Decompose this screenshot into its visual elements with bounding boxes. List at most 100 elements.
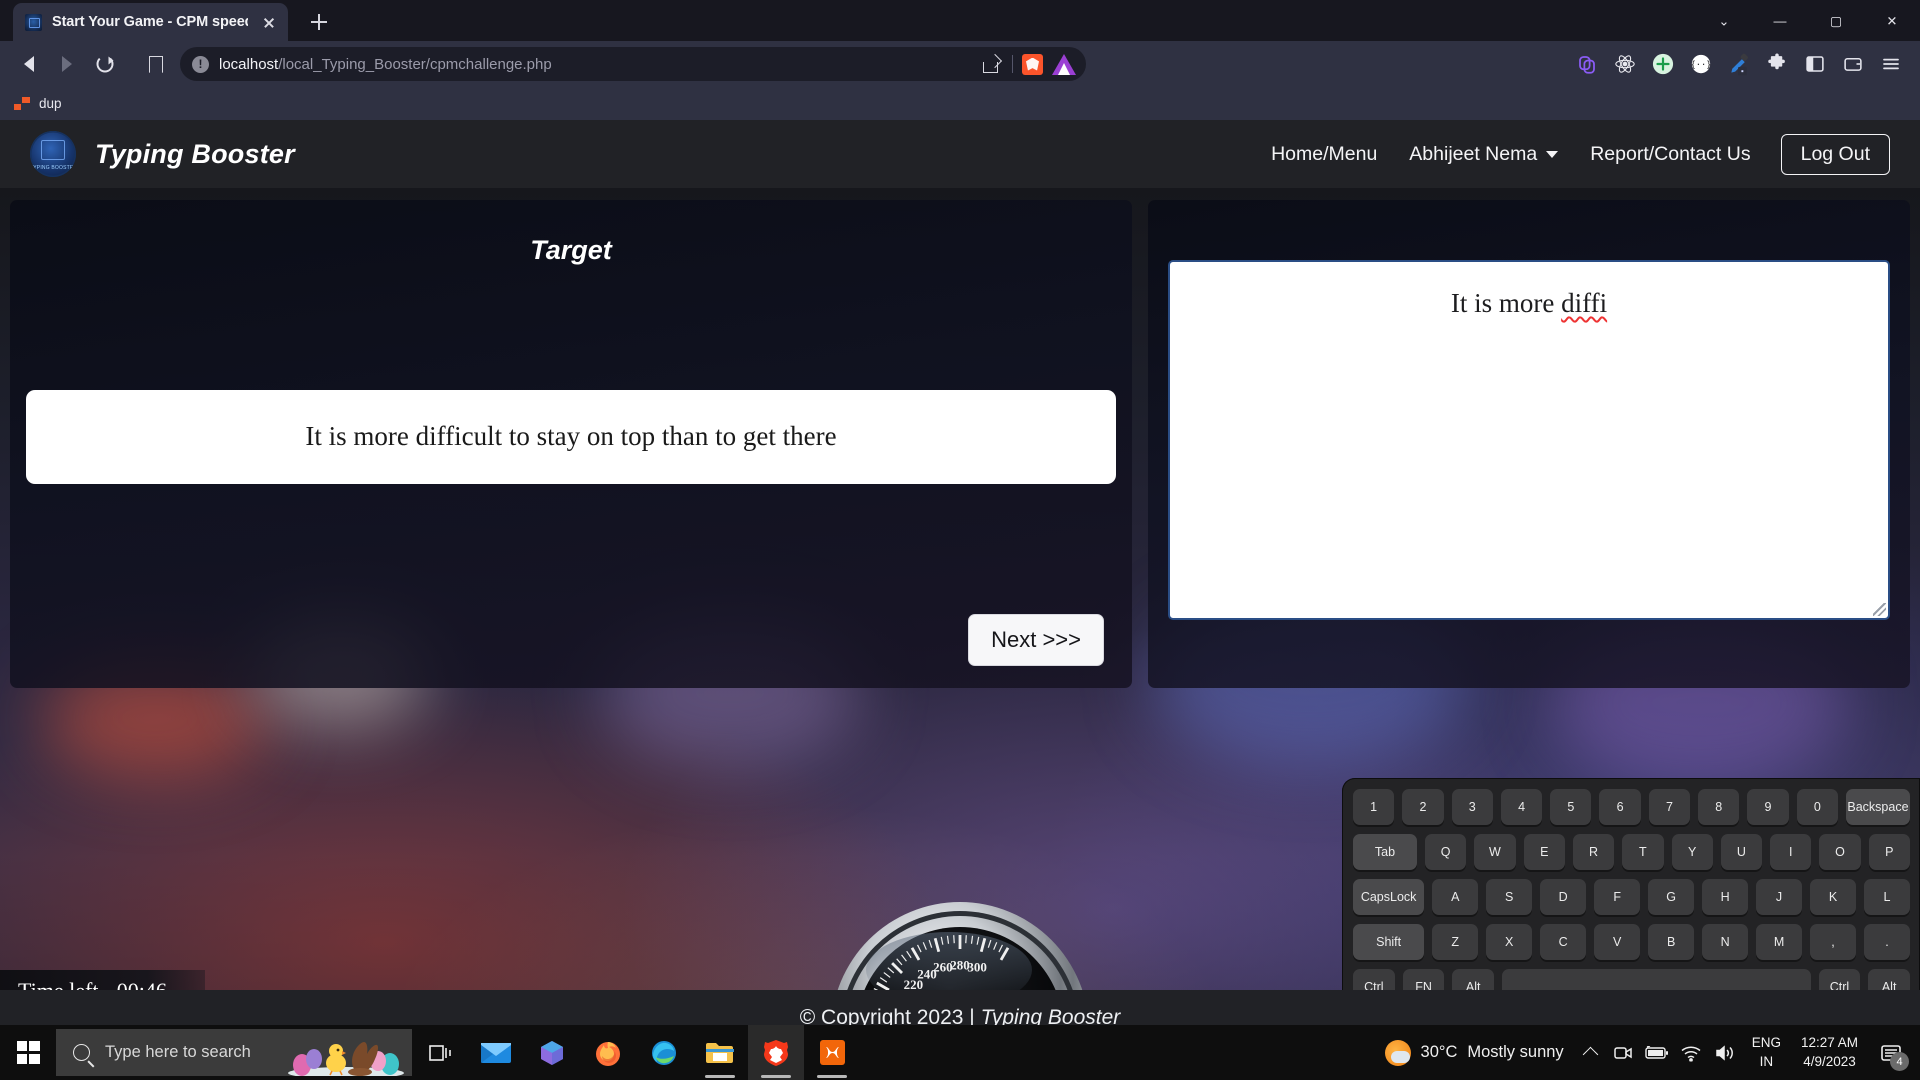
key-n[interactable]: N xyxy=(1702,924,1749,960)
language-indicator[interactable]: ENG IN xyxy=(1742,1035,1791,1071)
key-p[interactable]: P xyxy=(1868,834,1910,870)
duplicate-tab-icon[interactable] xyxy=(1570,47,1604,81)
json-viewer-icon[interactable]: {··} xyxy=(1684,47,1718,81)
share-icon[interactable] xyxy=(983,55,1003,73)
browser-menu-icon[interactable] xyxy=(1874,47,1908,81)
next-button[interactable]: Next >>> xyxy=(968,614,1104,666)
key-j[interactable]: J xyxy=(1756,879,1803,915)
notifications-button[interactable]: 4 xyxy=(1868,1025,1914,1080)
minimize-button[interactable]: — xyxy=(1752,0,1808,41)
address-bar[interactable]: localhost/local_Typing_Booster/cpmchalle… xyxy=(180,47,1086,81)
taskbar-app-brave[interactable] xyxy=(748,1025,804,1080)
bookmark-item-dup[interactable]: dup xyxy=(39,96,62,111)
key-.[interactable]: . xyxy=(1864,924,1910,960)
key-5[interactable]: 5 xyxy=(1550,789,1592,825)
key-capslock[interactable]: CapsLock xyxy=(1353,879,1425,915)
key-m[interactable]: M xyxy=(1756,924,1803,960)
taskbar-search-input[interactable]: Type here to search xyxy=(56,1029,412,1076)
key-u[interactable]: U xyxy=(1720,834,1763,870)
wifi-button[interactable] xyxy=(1674,1025,1708,1080)
close-icon[interactable] xyxy=(258,11,280,33)
weather-widget[interactable]: 30°C Mostly sunny xyxy=(1373,1039,1576,1066)
maximize-button[interactable]: ▢ xyxy=(1808,0,1864,41)
puzzle-extensions-icon[interactable] xyxy=(1760,47,1794,81)
window-controls: ⌄ — ▢ ✕ xyxy=(1696,0,1920,41)
battery-button[interactable] xyxy=(1640,1025,1674,1080)
add-extension-icon[interactable] xyxy=(1646,47,1680,81)
browser-tab[interactable]: Start Your Game - CPM speedtest xyxy=(13,3,288,41)
key-1[interactable]: 1 xyxy=(1353,789,1395,825)
textarea-resize-handle[interactable] xyxy=(1873,603,1886,616)
back-button[interactable] xyxy=(12,47,46,81)
start-button[interactable] xyxy=(0,1025,56,1080)
brave-shields-icon[interactable] xyxy=(1022,53,1043,75)
key-g[interactable]: G xyxy=(1648,879,1695,915)
window-close-button[interactable]: ✕ xyxy=(1864,0,1920,41)
key-shift[interactable]: Shift xyxy=(1353,924,1425,960)
key-l[interactable]: L xyxy=(1864,879,1910,915)
key-t[interactable]: T xyxy=(1622,834,1664,870)
key-8[interactable]: 8 xyxy=(1698,789,1740,825)
site-info-icon[interactable] xyxy=(192,55,209,73)
key-o[interactable]: O xyxy=(1819,834,1861,870)
weather-temp: 30°C xyxy=(1420,1043,1458,1061)
key-9[interactable]: 9 xyxy=(1747,789,1789,825)
key-k[interactable]: K xyxy=(1810,879,1856,915)
key-s[interactable]: S xyxy=(1486,879,1533,915)
taskbar-app-firefox[interactable] xyxy=(580,1025,636,1080)
key-0[interactable]: 0 xyxy=(1796,789,1838,825)
key-h[interactable]: H xyxy=(1702,879,1749,915)
key-tab[interactable]: Tab xyxy=(1353,834,1418,870)
taskbar-app-mail[interactable] xyxy=(468,1025,524,1080)
key-z[interactable]: Z xyxy=(1432,924,1479,960)
taskbar-app-xampp[interactable] xyxy=(804,1025,860,1080)
wallet-icon[interactable] xyxy=(1836,47,1870,81)
eyedropper-icon[interactable] xyxy=(1722,47,1756,81)
nav-link-home-menu[interactable]: Home/Menu xyxy=(1255,137,1393,172)
sidebar-panel-icon[interactable] xyxy=(1798,47,1832,81)
task-view-button[interactable] xyxy=(412,1025,468,1080)
nav-link-user-dropdown[interactable]: Abhijeet Nema xyxy=(1393,137,1574,172)
key-a[interactable]: A xyxy=(1432,879,1479,915)
logout-button[interactable]: Log Out xyxy=(1780,133,1890,175)
key-y[interactable]: Y xyxy=(1671,834,1713,870)
key-w[interactable]: W xyxy=(1474,834,1516,870)
taskbar-app-office[interactable] xyxy=(524,1025,580,1080)
volume-button[interactable] xyxy=(1708,1025,1742,1080)
key-backspace[interactable]: Backspace xyxy=(1845,789,1910,825)
key-i[interactable]: I xyxy=(1770,834,1812,870)
key-,[interactable]: , xyxy=(1810,924,1856,960)
clock-widget[interactable]: 12:27 AM 4/9/2023 xyxy=(1791,1035,1868,1071)
key-q[interactable]: Q xyxy=(1425,834,1467,870)
site-logo-icon[interactable]: TYPING BOOSTER xyxy=(30,131,76,177)
react-devtools-icon[interactable] xyxy=(1608,47,1642,81)
taskbar-app-file-explorer[interactable] xyxy=(692,1025,748,1080)
minimize-all-button[interactable]: ⌄ xyxy=(1696,0,1752,41)
key-c[interactable]: C xyxy=(1540,924,1587,960)
brave-rewards-icon[interactable] xyxy=(1052,53,1076,75)
key-6[interactable]: 6 xyxy=(1599,789,1641,825)
key-x[interactable]: X xyxy=(1486,924,1533,960)
key-7[interactable]: 7 xyxy=(1648,789,1691,825)
key-d[interactable]: D xyxy=(1540,879,1587,915)
forward-button[interactable] xyxy=(50,47,84,81)
meet-now-icon xyxy=(1613,1046,1632,1059)
key-e[interactable]: E xyxy=(1523,834,1565,870)
close-icon: ✕ xyxy=(1886,13,1898,28)
key-f[interactable]: F xyxy=(1594,879,1641,915)
show-hidden-icons-button[interactable] xyxy=(1576,1025,1606,1080)
key-v[interactable]: V xyxy=(1594,924,1641,960)
new-tab-button[interactable] xyxy=(305,8,333,36)
taskbar-app-edge[interactable] xyxy=(636,1025,692,1080)
language-code: ENG xyxy=(1751,1034,1781,1050)
reload-button[interactable] xyxy=(88,47,122,81)
key-3[interactable]: 3 xyxy=(1451,789,1493,825)
key-4[interactable]: 4 xyxy=(1500,789,1543,825)
key-2[interactable]: 2 xyxy=(1402,789,1444,825)
typing-input[interactable]: It is more diffi xyxy=(1168,260,1890,620)
key-b[interactable]: B xyxy=(1648,924,1695,960)
bookmark-icon[interactable] xyxy=(140,47,170,81)
nav-link-report-contact[interactable]: Report/Contact Us xyxy=(1574,137,1766,172)
meet-now-button[interactable] xyxy=(1606,1025,1640,1080)
key-r[interactable]: R xyxy=(1572,834,1615,870)
